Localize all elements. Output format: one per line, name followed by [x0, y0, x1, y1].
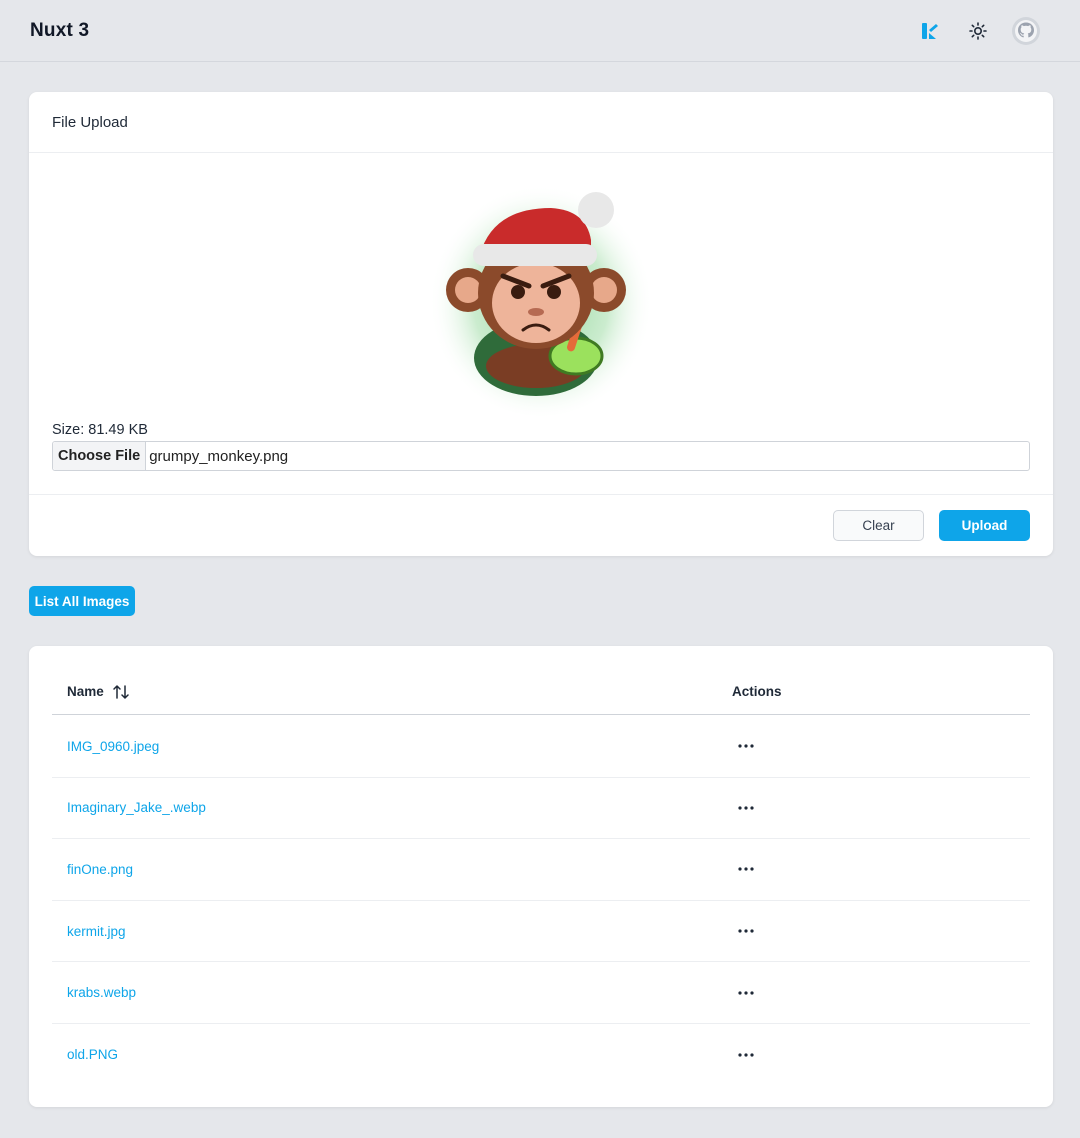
table-body: IMG_0960.jpeg Imaginary_Jake_.webp finOn…: [52, 716, 1030, 1086]
ellipsis-icon[interactable]: [732, 920, 760, 942]
image-link[interactable]: krabs.webp: [67, 985, 136, 1000]
ellipsis-icon[interactable]: [732, 1044, 760, 1066]
list-all-images-button[interactable]: List All Images: [29, 586, 135, 616]
table-row: kermit.jpg: [52, 901, 1030, 963]
sun-icon[interactable]: [954, 11, 1002, 51]
github-icon[interactable]: [1002, 11, 1050, 51]
card-divider: [29, 494, 1053, 495]
image-preview: [29, 178, 1053, 418]
table-row: old.PNG: [52, 1024, 1030, 1086]
image-link[interactable]: Imaginary_Jake_.webp: [67, 800, 206, 815]
top-bar: Nuxt 3: [0, 0, 1080, 62]
file-input[interactable]: Choose File grumpy_monkey.png: [52, 441, 1030, 471]
image-link[interactable]: kermit.jpg: [67, 924, 126, 939]
grumpy-monkey-santa-hat-image: [429, 180, 653, 416]
image-link[interactable]: finOne.png: [67, 862, 133, 877]
table-row: IMG_0960.jpeg: [52, 716, 1030, 778]
ellipsis-icon[interactable]: [732, 735, 760, 757]
ellipsis-icon[interactable]: [732, 858, 760, 880]
image-link[interactable]: old.PNG: [67, 1047, 118, 1062]
header-actions: [906, 11, 1050, 51]
actions-column-header: Actions: [732, 684, 782, 699]
ellipsis-icon[interactable]: [732, 982, 760, 1004]
table-row: krabs.webp: [52, 962, 1030, 1024]
table-row: Imaginary_Jake_.webp: [52, 778, 1030, 840]
selected-file-name: grumpy_monkey.png: [149, 447, 289, 465]
nuxt-ui-logo-icon[interactable]: [906, 11, 954, 51]
table-header: Name Actions: [52, 668, 1030, 715]
name-column-header[interactable]: Name: [67, 668, 130, 715]
name-column-label: Name: [67, 684, 104, 699]
file-upload-card: File Upload Size: 81.49 KB Choose File g…: [29, 92, 1053, 556]
clear-button[interactable]: Clear: [833, 510, 924, 541]
sort-arrows-icon[interactable]: [112, 684, 130, 700]
table-row: finOne.png: [52, 839, 1030, 901]
upload-button[interactable]: Upload: [939, 510, 1030, 541]
ellipsis-icon[interactable]: [732, 797, 760, 819]
card-title: File Upload: [29, 92, 1053, 153]
images-table-card: Name Actions IMG_0960.jpeg Imaginary_Jak…: [29, 646, 1053, 1107]
image-link[interactable]: IMG_0960.jpeg: [67, 739, 159, 754]
choose-file-button[interactable]: Choose File: [53, 442, 147, 470]
file-size-label: Size: 81.49 KB: [52, 422, 148, 438]
app-title: Nuxt 3: [30, 19, 90, 41]
